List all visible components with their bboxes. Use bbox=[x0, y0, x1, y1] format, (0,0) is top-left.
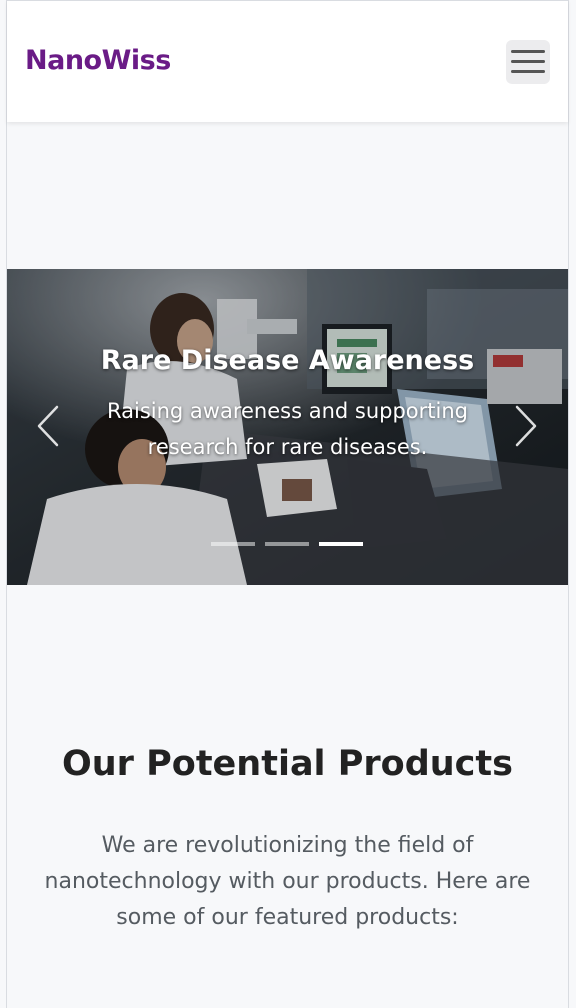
carousel-prev-button[interactable] bbox=[33, 401, 63, 451]
chevron-right-icon bbox=[515, 405, 537, 447]
carousel-indicator-2[interactable] bbox=[265, 542, 309, 546]
products-section-description: We are revolutionizing the field of nano… bbox=[44, 833, 531, 930]
carousel-slide-text: Raising awareness and supporting researc… bbox=[107, 399, 468, 459]
brand-logo[interactable]: NanoWiss bbox=[25, 45, 171, 76]
carousel-indicator-1[interactable] bbox=[211, 542, 255, 546]
hero-carousel: Rare Disease Awareness Raising awareness… bbox=[7, 269, 568, 585]
navbar-toggle-button[interactable] bbox=[506, 40, 550, 84]
navbar: NanoWiss bbox=[7, 0, 568, 122]
chevron-left-icon bbox=[37, 405, 59, 447]
carousel-indicators bbox=[211, 542, 363, 546]
page-frame: NanoWiss Rare Disease Awareness Raising … bbox=[6, 0, 569, 1008]
carousel-indicator-3[interactable] bbox=[319, 542, 363, 546]
carousel-slide-title: Rare Disease Awareness bbox=[100, 345, 475, 376]
products-section-title: Our Potential Products bbox=[62, 744, 513, 784]
carousel-next-button[interactable] bbox=[511, 401, 541, 451]
